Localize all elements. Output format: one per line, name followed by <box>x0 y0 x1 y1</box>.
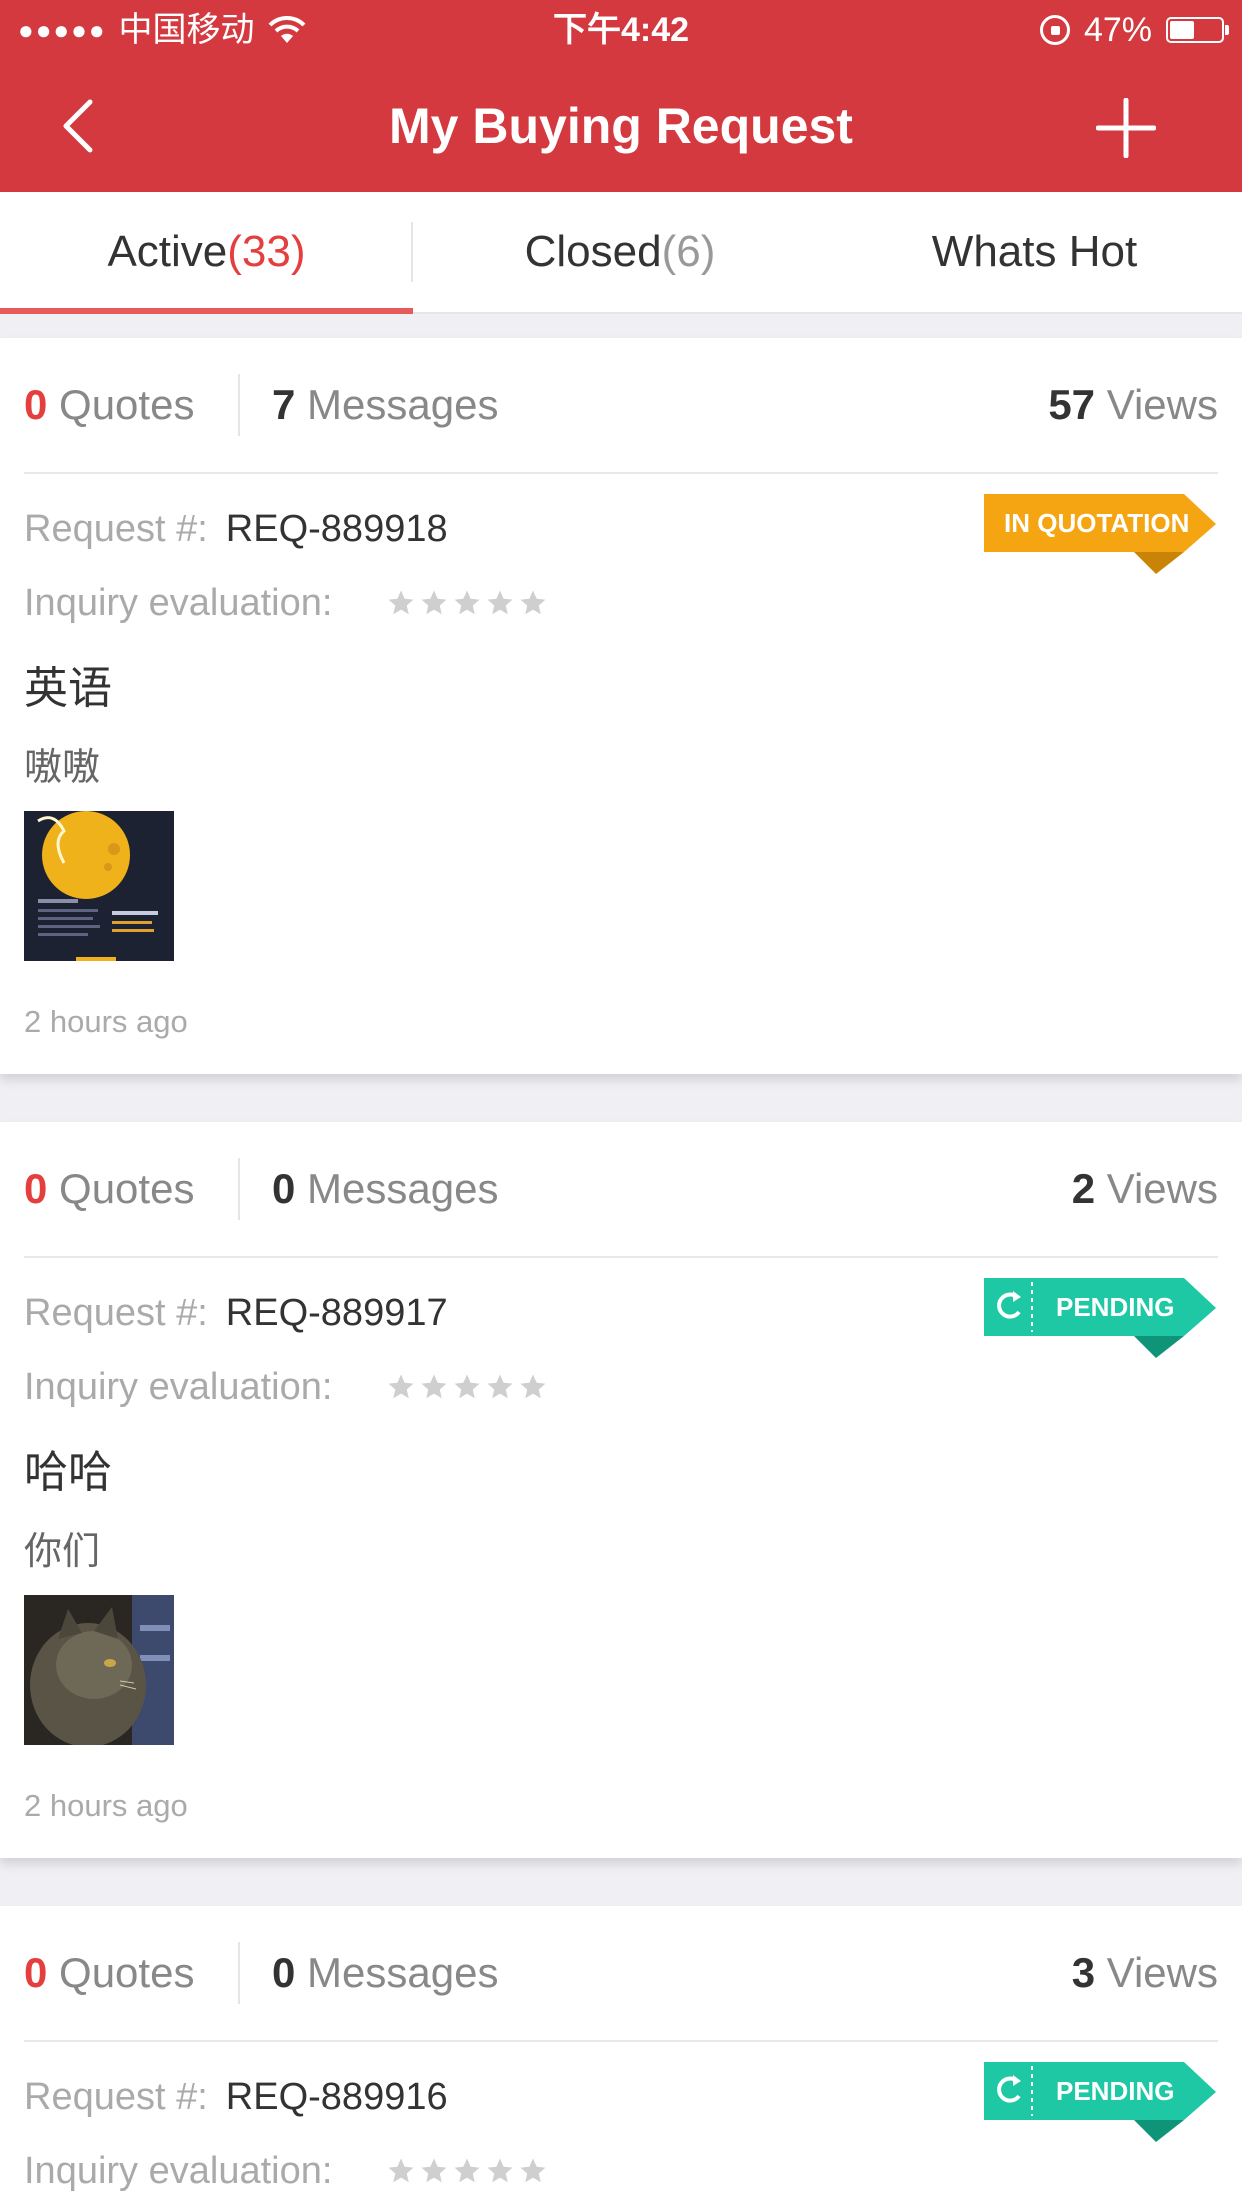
star-icon <box>487 1374 513 1399</box>
star-icon <box>454 1374 480 1399</box>
messages-count[interactable]: 0 Messages <box>272 1122 498 1256</box>
star-icon <box>388 1374 414 1399</box>
request-number-row: Request #: REQ-889917 <box>24 1292 448 1335</box>
posted-time: 2 hours ago <box>24 1004 188 1039</box>
views-count: 2 Views <box>1071 1165 1218 1212</box>
status-ribbon-pending <box>984 1278 1216 1358</box>
request-number-row: Request #: REQ-889918 <box>24 508 448 551</box>
request-title: 哈哈 <box>24 1448 112 1497</box>
star-icon <box>421 590 447 615</box>
star-icon <box>487 2158 513 2183</box>
header: ●●●●● 中国移动 下午4:42 47% My Buying Request <box>0 0 1242 192</box>
star-icon <box>487 590 513 615</box>
request-card[interactable]: 0 Quotes 0 Messages 3 Views PENDING Requ… <box>0 1906 1242 2208</box>
star-icon <box>520 2158 546 2183</box>
evaluation-label: Inquiry evaluation: <box>24 1366 333 1408</box>
tab-closed-count: (6) <box>661 227 716 276</box>
request-thumbnail[interactable] <box>24 811 174 961</box>
orientation-lock-icon <box>1039 15 1070 45</box>
request-stats: 0 Quotes 0 Messages 3 Views <box>24 1906 1218 2042</box>
request-card[interactable]: 0 Quotes 0 Messages 2 Views PENDING Requ… <box>0 1122 1242 1858</box>
quotes-count[interactable]: 0 Quotes <box>24 1906 194 2040</box>
evaluation-label: Inquiry evaluation: <box>24 2150 333 2192</box>
tab-bar: Active(33) Closed(6) Whats Hot <box>0 192 1242 314</box>
request-number-row: Request #: REQ-889916 <box>24 2076 448 2119</box>
star-rating <box>386 2156 548 2186</box>
tab-closed-label: Closed <box>524 227 662 276</box>
tab-closed[interactable]: Closed(6) <box>413 192 827 312</box>
battery-percent: 47% <box>1083 11 1152 49</box>
quotes-count[interactable]: 0 Quotes <box>24 1122 194 1256</box>
star-icon <box>520 1374 546 1399</box>
request-thumbnail[interactable] <box>24 1595 174 1745</box>
messages-count[interactable]: 7 Messages <box>272 338 498 472</box>
request-description: 嗷嗷 <box>24 747 101 789</box>
nav-bar: My Buying Request <box>0 60 1242 192</box>
active-tab-indicator <box>0 308 413 314</box>
request-stats: 0 Quotes 0 Messages 2 Views <box>24 1122 1218 1258</box>
evaluation-label: Inquiry evaluation: <box>24 582 333 624</box>
request-number-label: Request #: <box>24 508 208 550</box>
request-number-label: Request #: <box>24 2076 208 2118</box>
quotes-count[interactable]: 0 Quotes <box>24 338 194 472</box>
battery-icon <box>1166 17 1229 43</box>
star-rating <box>386 588 548 618</box>
star-icon <box>421 2158 447 2183</box>
stat-divider <box>238 374 240 436</box>
request-number: REQ-889918 <box>225 508 448 550</box>
stat-divider <box>238 1158 240 1220</box>
request-number: REQ-889916 <box>225 2076 448 2118</box>
star-icon <box>421 1374 447 1399</box>
tab-whats-hot-label: Whats Hot <box>931 227 1138 276</box>
star-icon <box>388 590 414 615</box>
star-icon <box>520 590 546 615</box>
request-title: 英语 <box>24 664 112 713</box>
request-number: REQ-889917 <box>225 1292 448 1334</box>
star-icon <box>388 2158 414 2183</box>
star-icon <box>454 590 480 615</box>
star-rating <box>386 1372 548 1402</box>
status-ribbon-pending <box>984 2062 1216 2142</box>
page-title: My Buying Request <box>389 98 853 154</box>
tab-active[interactable]: Active(33) <box>0 192 413 312</box>
tab-active-count: (33) <box>227 227 306 276</box>
status-bar: ●●●●● 中国移动 下午4:42 47% <box>0 0 1242 60</box>
request-stats: 0 Quotes 7 Messages 57 Views <box>24 338 1218 474</box>
posted-time: 2 hours ago <box>24 1788 188 1823</box>
stat-divider <box>238 1942 240 2004</box>
tab-whats-hot[interactable]: Whats Hot <box>827 192 1242 312</box>
views-count: 3 Views <box>1071 1949 1218 1996</box>
tab-active-label: Active <box>107 227 228 276</box>
request-number-label: Request #: <box>24 1292 208 1334</box>
views-count: 57 Views <box>1048 381 1218 428</box>
messages-count[interactable]: 0 Messages <box>272 1906 498 2040</box>
add-request-button[interactable] <box>1096 98 1156 158</box>
request-description: 你们 <box>24 1531 101 1573</box>
status-ribbon-in-quotation <box>984 494 1216 574</box>
star-icon <box>454 2158 480 2183</box>
request-card[interactable]: 0 Quotes 7 Messages 57 Views IN QUOTATIO… <box>0 338 1242 1074</box>
